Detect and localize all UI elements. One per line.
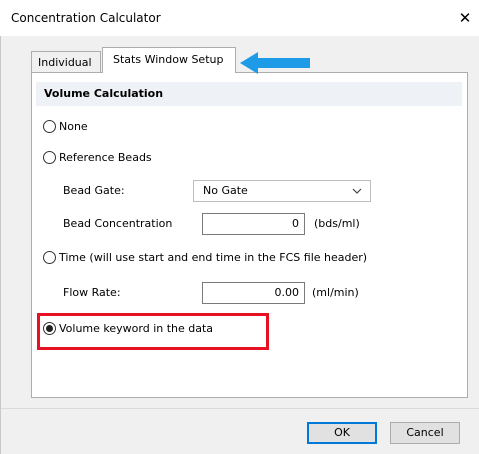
bead-gate-select[interactable]: No Gate [193,180,371,202]
radio-none-label: None [59,120,88,133]
radio-none-circle[interactable] [43,120,56,133]
flow-rate-unit: (ml/min) [312,286,359,299]
close-button[interactable]: ✕ [455,8,475,28]
flow-rate-label: Flow Rate: [63,286,121,299]
bead-gate-selected-value: No Gate [203,184,248,197]
tab-individual[interactable]: Individual [31,51,101,72]
radio-reference-beads-label: Reference Beads [59,151,152,164]
title-bar: Concentration Calculator ✕ [0,0,479,36]
concentration-calculator-dialog: Concentration Calculator ✕ Individual St… [0,0,479,454]
radio-time-circle[interactable] [43,251,56,264]
window-title: Concentration Calculator [11,11,161,25]
tab-stats-window-setup-label: Stats Window Setup [113,53,224,66]
cancel-button[interactable]: Cancel [390,422,460,444]
radio-time-label: Time (will use start and end time in the… [59,251,368,264]
flow-rate-input[interactable]: 0.00 [202,282,305,304]
radio-selected-dot [46,325,53,332]
radio-volume-keyword-label: Volume keyword in the data [59,322,214,335]
tab-individual-label: Individual [38,56,92,69]
bead-concentration-input[interactable]: 0 [202,213,305,235]
section-title: Volume Calculation [44,87,164,100]
section-header: Volume Calculation [36,82,462,106]
radio-time[interactable]: Time (will use start and end time in the… [43,250,403,266]
radio-reference-beads[interactable]: Reference Beads [43,150,213,166]
footer-divider [1,408,479,409]
bead-concentration-unit: (bds/ml) [314,217,360,230]
chevron-down-icon [352,188,362,194]
radio-volume-keyword-circle[interactable] [43,322,56,335]
left-arrow-icon [240,52,310,74]
tab-stats-window-setup[interactable]: Stats Window Setup [102,47,236,73]
bead-gate-label: Bead Gate: [63,184,125,197]
ok-button[interactable]: OK [307,422,377,444]
bead-concentration-label: Bead Concentration [63,217,173,230]
radio-volume-keyword[interactable]: Volume keyword in the data [43,321,263,337]
radio-reference-beads-circle[interactable] [43,151,56,164]
radio-none[interactable]: None [43,119,143,135]
close-icon: ✕ [458,9,472,27]
